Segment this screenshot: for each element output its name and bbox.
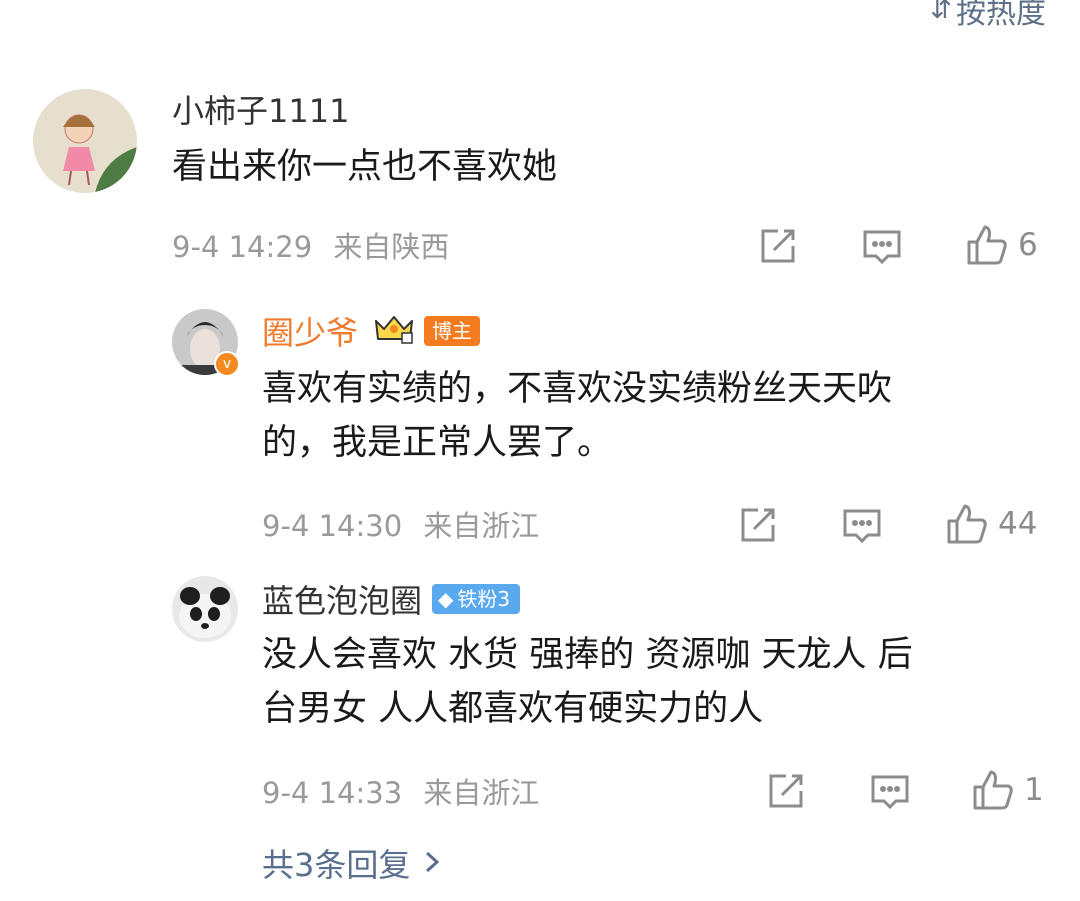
share-button[interactable] xyxy=(738,505,778,545)
reply-text-line: 没人会喜欢 水货 强捧的 资源咖 天龙人 后 xyxy=(262,635,913,675)
view-replies-link[interactable]: 共3条回复 xyxy=(262,840,440,886)
reply-header: 蓝色泡泡圈 ◆ 铁粉3 xyxy=(262,576,521,622)
comment-text: 看出来你一点也不喜欢她 xyxy=(172,147,558,187)
like-count: 6 xyxy=(1018,227,1038,263)
reply-text: 喜欢有实绩的，不喜欢没实绩粉丝天天吹 的，我是正常人罢了。 xyxy=(262,362,1022,470)
crown-icon xyxy=(372,313,416,349)
share-icon xyxy=(769,774,803,808)
chevron-right-icon xyxy=(424,844,440,882)
reply-location: 来自浙江 xyxy=(423,776,540,810)
reply-text-line: 台男女 人人都喜欢有硬实力的人 xyxy=(262,689,764,729)
like-button[interactable]: 1 xyxy=(972,769,1044,811)
avatar[interactable] xyxy=(172,576,238,642)
like-button[interactable]: 44 xyxy=(946,503,1037,545)
like-count: 44 xyxy=(998,506,1038,542)
sort-toggle[interactable]: ⇵ 按热度 xyxy=(930,0,1046,32)
share-button[interactable] xyxy=(766,771,806,811)
fan-badge: ◆ 铁粉3 xyxy=(432,584,521,614)
avatar[interactable]: v xyxy=(172,309,240,377)
reply-text-line: 的，我是正常人罢了。 xyxy=(262,423,613,463)
comment-time: 9-4 14:29 xyxy=(172,230,313,264)
share-icon xyxy=(761,229,795,263)
sort-icon: ⇵ xyxy=(930,0,952,25)
share-button[interactable] xyxy=(758,226,798,266)
reply-meta: 9-4 14:33 来自浙江 xyxy=(262,770,539,812)
comment-location: 来自陕西 xyxy=(333,230,450,264)
comment-username[interactable]: 小柿子1111 xyxy=(172,86,349,132)
reply-text-line: 喜欢有实绩的，不喜欢没实绩粉丝天天吹 xyxy=(262,369,893,409)
share-icon xyxy=(741,508,775,542)
thumbs-up-icon xyxy=(947,504,987,544)
reply-button[interactable] xyxy=(862,228,902,266)
reply-header: 圈少爷 博主 xyxy=(262,308,481,354)
comment-meta: 9-4 14:29 来自陕西 xyxy=(172,224,449,266)
blogger-badge: 博主 xyxy=(424,316,481,346)
comment-icon xyxy=(871,775,909,810)
thumbs-up-icon xyxy=(967,225,1007,265)
verified-icon: v xyxy=(214,351,240,377)
thumbs-up-icon xyxy=(973,770,1013,810)
reply-location: 来自浙江 xyxy=(423,509,540,543)
reply-meta: 9-4 14:30 来自浙江 xyxy=(262,503,539,545)
like-button[interactable]: 6 xyxy=(966,224,1038,266)
diamond-icon: ◆ xyxy=(438,587,454,611)
reply-username[interactable]: 圈少爷 xyxy=(262,308,358,354)
fan-badge-label: 铁粉3 xyxy=(457,587,511,611)
like-count: 1 xyxy=(1024,772,1044,808)
reply-button[interactable] xyxy=(842,507,882,545)
reply-button[interactable] xyxy=(870,773,910,811)
view-replies-label: 共3条回复 xyxy=(262,846,411,884)
reply-text: 没人会喜欢 水货 强捧的 资源咖 天龙人 后 台男女 人人都喜欢有硬实力的人 xyxy=(262,628,1042,736)
comment-icon xyxy=(863,230,901,265)
reply-username[interactable]: 蓝色泡泡圈 xyxy=(262,576,422,622)
avatar[interactable] xyxy=(33,89,137,193)
sort-label: 按热度 xyxy=(956,0,1046,31)
reply-time: 9-4 14:33 xyxy=(262,776,403,810)
reply-time: 9-4 14:30 xyxy=(262,509,403,543)
comment-icon xyxy=(843,509,881,544)
